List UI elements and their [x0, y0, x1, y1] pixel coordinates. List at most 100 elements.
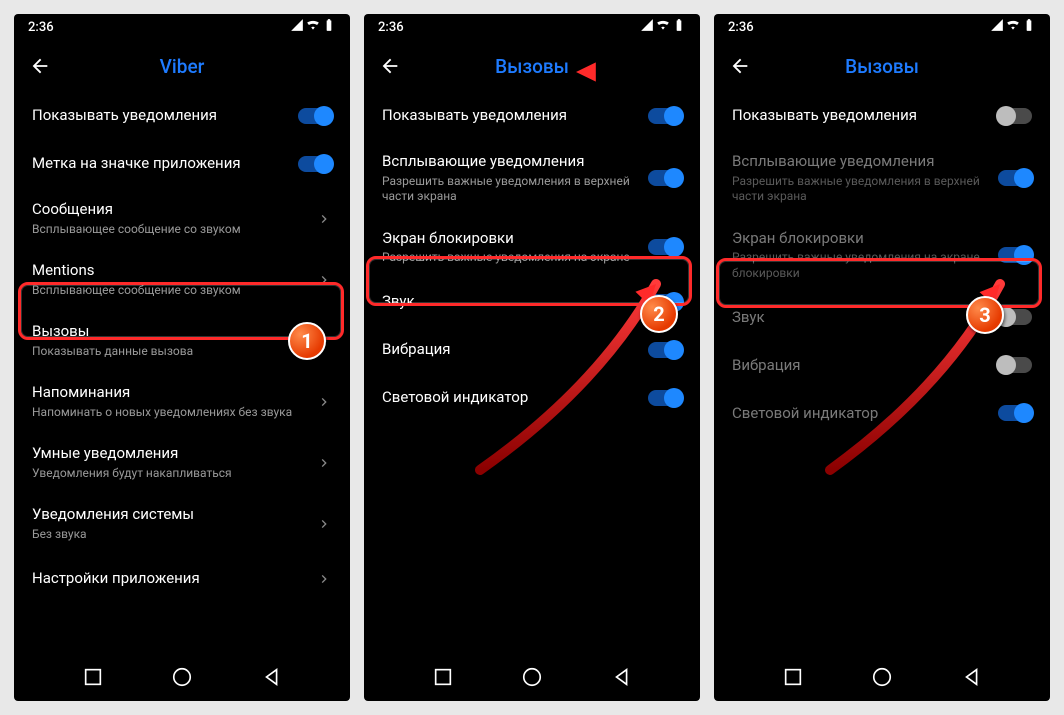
settings-list: Показывать уведомления Метка на значке пр… — [14, 92, 350, 653]
status-bar: 2:36 — [14, 14, 350, 40]
wifi-icon — [656, 18, 670, 36]
settings-row[interactable]: Всплывающие уведомленияРазрешить важные … — [714, 140, 1050, 217]
row-label: Показывать уведомления — [32, 106, 298, 126]
settings-list: Показывать уведомленияВсплывающие уведом… — [714, 92, 1050, 653]
settings-row[interactable]: Показывать уведомления — [714, 92, 1050, 140]
toggle-switch[interactable] — [998, 247, 1032, 263]
page-title: Вызовы — [726, 55, 1038, 78]
row-subtitle: Всплывающее сообщение со звуком — [32, 222, 316, 238]
toggle-switch[interactable] — [648, 390, 682, 406]
row-label: Всплывающие уведомления — [732, 152, 998, 172]
status-time: 2:36 — [28, 20, 54, 35]
chevron-right-icon — [316, 516, 332, 532]
settings-row[interactable]: Световой индикатор — [364, 374, 700, 422]
status-time: 2:36 — [728, 20, 754, 35]
row-label: Уведомления системы — [32, 505, 316, 525]
wifi-icon — [306, 18, 320, 36]
toggle-switch[interactable] — [998, 309, 1032, 325]
settings-row[interactable]: Экран блокировкиРазрешить важные уведомл… — [714, 217, 1050, 294]
toggle-switch[interactable] — [648, 239, 682, 255]
settings-row[interactable]: Показывать уведомления — [364, 92, 700, 140]
row-label: Сообщения — [32, 200, 316, 220]
toggle-switch[interactable] — [998, 170, 1032, 186]
row-label: Световой индикатор — [382, 388, 648, 408]
settings-row[interactable]: Звук — [714, 293, 1050, 341]
toggle-switch[interactable] — [298, 156, 332, 172]
nav-back-button[interactable] — [961, 666, 983, 688]
row-label: Умные уведомления — [32, 444, 316, 464]
status-icons — [640, 18, 686, 36]
toggle-switch[interactable] — [998, 108, 1032, 124]
row-label: Звук — [382, 292, 648, 312]
settings-row[interactable]: Экран блокировкиРазрешить важные уведомл… — [364, 217, 700, 278]
row-subtitle: Разрешить важные уведомления в верхней ч… — [382, 174, 648, 205]
page-title: Вызовы — [376, 55, 688, 78]
chevron-right-icon — [316, 333, 332, 349]
nav-back-button[interactable] — [261, 666, 283, 688]
row-subtitle: Разрешить важные уведомления на экране б… — [732, 250, 998, 281]
row-label: Световой индикатор — [732, 404, 998, 424]
status-bar: 2:36 — [364, 14, 700, 40]
phone-screen-3: 2:36ВызовыПоказывать уведомленияВсплываю… — [714, 14, 1050, 701]
settings-row[interactable]: Всплывающие уведомленияРазрешить важные … — [364, 140, 700, 217]
status-icons — [990, 18, 1036, 36]
row-label: Вибрация — [382, 340, 648, 360]
nav-recent-button[interactable] — [82, 666, 104, 688]
row-subtitle: Напоминать о новых уведомлениях без звук… — [32, 405, 316, 421]
app-bar: Viber — [14, 40, 350, 92]
nav-home-button[interactable] — [171, 666, 193, 688]
nav-recent-button[interactable] — [782, 666, 804, 688]
toggle-switch[interactable] — [648, 342, 682, 358]
nav-recent-button[interactable] — [432, 666, 454, 688]
page-title: Viber — [26, 55, 338, 78]
settings-row[interactable]: Световой индикатор — [714, 389, 1050, 437]
row-subtitle: Всплывающее сообщение со звуком — [32, 283, 316, 299]
settings-list: Показывать уведомления Всплывающие уведом… — [364, 92, 700, 653]
settings-row[interactable]: Настройки приложения — [14, 555, 350, 603]
toggle-switch[interactable] — [298, 108, 332, 124]
phone-screen-1: 2:36 Viber Показывать уведомления Метка на … — [14, 14, 350, 701]
battery-icon — [1022, 18, 1036, 36]
nav-home-button[interactable] — [871, 666, 893, 688]
settings-row[interactable]: Напоминания Напоминать о новых уведомлени… — [14, 371, 350, 432]
row-label: Вызовы — [32, 322, 316, 342]
toggle-switch[interactable] — [998, 357, 1032, 373]
row-subtitle: Показывать данные вызова — [32, 344, 316, 360]
settings-row[interactable]: Уведомления системыБез звука — [14, 493, 350, 554]
wifi-icon — [1006, 18, 1020, 36]
signal-icon — [290, 18, 304, 36]
row-label: Звук — [732, 308, 998, 328]
navigation-bar — [14, 653, 350, 701]
settings-row[interactable]: Сообщения Всплывающее сообщение со звуком — [14, 188, 350, 249]
settings-row[interactable]: Звук — [364, 278, 700, 326]
settings-row[interactable]: Показывать уведомления — [14, 92, 350, 140]
chevron-right-icon — [316, 394, 332, 410]
app-bar: Вызовы — [364, 40, 700, 92]
chevron-right-icon — [316, 571, 332, 587]
app-bar: Вызовы — [714, 40, 1050, 92]
row-label: Напоминания — [32, 383, 316, 403]
row-label: Показывать уведомления — [382, 106, 648, 126]
toggle-switch[interactable] — [648, 108, 682, 124]
chevron-right-icon — [316, 211, 332, 227]
navigation-bar — [364, 653, 700, 701]
signal-icon — [640, 18, 654, 36]
nav-back-button[interactable] — [611, 666, 633, 688]
toggle-switch[interactable] — [648, 294, 682, 310]
navigation-bar — [714, 653, 1050, 701]
row-label: Всплывающие уведомления — [382, 152, 648, 172]
toggle-switch[interactable] — [998, 405, 1032, 421]
status-bar: 2:36 — [714, 14, 1050, 40]
settings-row[interactable]: Вибрация — [714, 341, 1050, 389]
settings-row[interactable]: Умные уведомления Уведомления будут накап… — [14, 432, 350, 493]
battery-icon — [672, 18, 686, 36]
nav-home-button[interactable] — [521, 666, 543, 688]
settings-row[interactable]: MentionsВсплывающее сообщение со звуком — [14, 249, 350, 310]
settings-row[interactable]: Метка на значке приложения — [14, 140, 350, 188]
row-subtitle: Уведомления будут накапливаться — [32, 466, 316, 482]
settings-row[interactable]: Вызовы Показывать данные вызова — [14, 310, 350, 371]
signal-icon — [990, 18, 1004, 36]
battery-icon — [322, 18, 336, 36]
toggle-switch[interactable] — [648, 170, 682, 186]
settings-row[interactable]: Вибрация — [364, 326, 700, 374]
